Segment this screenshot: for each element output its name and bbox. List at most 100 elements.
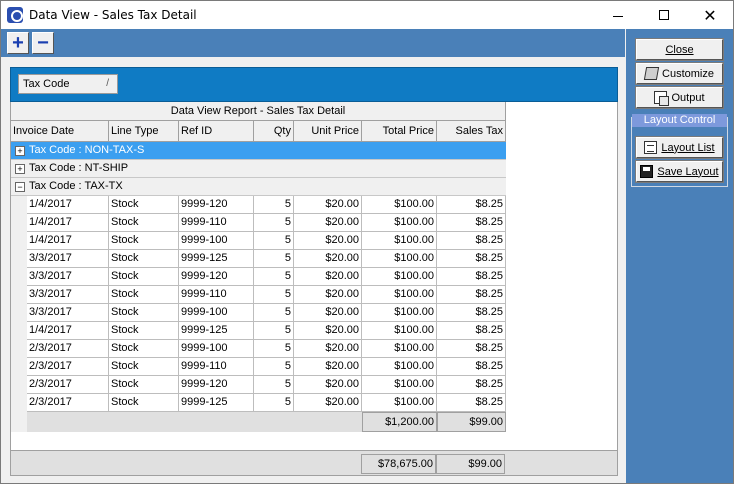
minimize-button[interactable] bbox=[595, 1, 641, 29]
cell-line-type: Stock bbox=[109, 394, 179, 412]
table-row[interactable]: 3/3/2017 Stock 9999-110 5 $20.00 $100.00 $8.25 bbox=[27, 286, 506, 304]
customize-button[interactable]: Customize bbox=[635, 62, 724, 85]
grid-toolbar: + − bbox=[1, 29, 625, 57]
cell-invoice-date: 2/3/2017 bbox=[27, 376, 109, 394]
cell-total-price: $100.00 bbox=[362, 286, 437, 304]
table-row[interactable]: 2/3/2017 Stock 9999-110 5 $20.00 $100.00 $8.25 bbox=[27, 358, 506, 376]
cell-total-price: $100.00 bbox=[362, 340, 437, 358]
table-row[interactable]: 3/3/2017 Stock 9999-120 5 $20.00 $100.00 $8.25 bbox=[27, 268, 506, 286]
table-row[interactable]: 1/4/2017 Stock 9999-110 5 $20.00 $100.00 $8.25 bbox=[27, 214, 506, 232]
table-row[interactable]: 2/3/2017 Stock 9999-100 5 $20.00 $100.00 $8.25 bbox=[27, 340, 506, 358]
group-row-tax-tx[interactable]: − Tax Code : TAX-TX bbox=[11, 178, 506, 196]
layout-list-icon bbox=[644, 141, 658, 154]
cell-unit-price: $20.00 bbox=[294, 340, 362, 358]
customize-icon bbox=[643, 67, 660, 80]
cell-line-type: Stock bbox=[109, 214, 179, 232]
group-row-nt-ship[interactable]: + Tax Code : NT-SHIP bbox=[11, 160, 506, 178]
cell-ref-id: 9999-120 bbox=[179, 376, 254, 394]
cell-line-type: Stock bbox=[109, 304, 179, 322]
cell-invoice-date: 3/3/2017 bbox=[27, 286, 109, 304]
layout-list-button[interactable]: Layout List bbox=[635, 136, 724, 159]
cell-sales-tax: $8.25 bbox=[437, 340, 506, 358]
close-button-label: Close bbox=[665, 43, 694, 56]
column-header-qty[interactable]: Qty bbox=[254, 121, 294, 141]
cell-qty: 5 bbox=[254, 232, 294, 250]
cell-invoice-date: 2/3/2017 bbox=[27, 394, 109, 412]
cell-qty: 5 bbox=[254, 268, 294, 286]
cell-line-type: Stock bbox=[109, 232, 179, 250]
table-row[interactable]: 2/3/2017 Stock 9999-125 5 $20.00 $100.00 $8.25 bbox=[27, 394, 506, 412]
cell-invoice-date: 2/3/2017 bbox=[27, 340, 109, 358]
cell-total-price: $100.00 bbox=[362, 376, 437, 394]
cell-sales-tax: $8.25 bbox=[437, 196, 506, 214]
save-layout-button[interactable]: Save Layout bbox=[635, 160, 724, 183]
column-header-sales-tax[interactable]: Sales Tax bbox=[437, 121, 506, 141]
cell-qty: 5 bbox=[254, 214, 294, 232]
cell-line-type: Stock bbox=[109, 376, 179, 394]
cell-unit-price: $20.00 bbox=[294, 268, 362, 286]
cell-total-price: $100.00 bbox=[362, 358, 437, 376]
layout-control-group: Layout Control Layout List Save Layout bbox=[631, 114, 728, 187]
column-header-total-price[interactable]: Total Price bbox=[362, 121, 437, 141]
expand-icon[interactable]: + bbox=[15, 164, 25, 174]
table-row[interactable]: 1/4/2017 Stock 9999-100 5 $20.00 $100.00 $8.25 bbox=[27, 232, 506, 250]
cell-qty: 5 bbox=[254, 376, 294, 394]
cell-total-price: $100.00 bbox=[362, 322, 437, 340]
cell-unit-price: $20.00 bbox=[294, 394, 362, 412]
grand-total-row: $78,675.00 $99.00 bbox=[10, 450, 618, 476]
column-header-unit-price[interactable]: Unit Price bbox=[294, 121, 362, 141]
table-row[interactable]: 3/3/2017 Stock 9999-100 5 $20.00 $100.00 $8.25 bbox=[27, 304, 506, 322]
close-icon: ✕ bbox=[703, 5, 717, 25]
close-window-button[interactable]: ✕ bbox=[687, 1, 733, 29]
cell-qty: 5 bbox=[254, 394, 294, 412]
cell-invoice-date: 1/4/2017 bbox=[27, 196, 109, 214]
expand-all-button[interactable]: + bbox=[7, 32, 29, 54]
cell-sales-tax: $8.25 bbox=[437, 268, 506, 286]
title-bar: Data View - Sales Tax Detail ✕ bbox=[1, 1, 733, 29]
cell-sales-tax: $8.25 bbox=[437, 214, 506, 232]
column-header-ref-id[interactable]: Ref ID bbox=[179, 121, 254, 141]
data-view-window: Data View - Sales Tax Detail ✕ + − Tax C… bbox=[0, 0, 734, 484]
grand-total-sales-tax: $99.00 bbox=[436, 454, 505, 474]
expand-icon[interactable]: + bbox=[15, 146, 25, 156]
cell-ref-id: 9999-110 bbox=[179, 358, 254, 376]
column-header-line-type[interactable]: Line Type bbox=[109, 121, 179, 141]
collapse-icon[interactable]: − bbox=[15, 182, 25, 192]
table-row[interactable]: 3/3/2017 Stock 9999-125 5 $20.00 $100.00 $8.25 bbox=[27, 250, 506, 268]
table-row[interactable]: 1/4/2017 Stock 9999-125 5 $20.00 $100.00 $8.25 bbox=[27, 322, 506, 340]
cell-qty: 5 bbox=[254, 250, 294, 268]
maximize-button[interactable] bbox=[641, 1, 687, 29]
close-button[interactable]: Close bbox=[635, 38, 724, 61]
collapse-all-button[interactable]: − bbox=[32, 32, 54, 54]
cell-sales-tax: $8.25 bbox=[437, 232, 506, 250]
output-button[interactable]: Output bbox=[635, 86, 724, 109]
side-panel: Close Customize Output Layout Control La… bbox=[626, 29, 733, 483]
cell-unit-price: $20.00 bbox=[294, 286, 362, 304]
cell-sales-tax: $8.25 bbox=[437, 376, 506, 394]
cell-line-type: Stock bbox=[109, 340, 179, 358]
group-indent bbox=[11, 196, 27, 432]
layout-list-button-label: Layout List bbox=[661, 141, 715, 154]
cell-unit-price: $20.00 bbox=[294, 196, 362, 214]
cell-qty: 5 bbox=[254, 286, 294, 304]
group-row-non-tax-s[interactable]: + Tax Code : NON-TAX-S bbox=[11, 142, 506, 160]
cell-sales-tax: $8.25 bbox=[437, 394, 506, 412]
table-row[interactable]: 1/4/2017 Stock 9999-120 5 $20.00 $100.00 $8.25 bbox=[27, 196, 506, 214]
cell-sales-tax: $8.25 bbox=[437, 304, 506, 322]
cell-ref-id: 9999-120 bbox=[179, 268, 254, 286]
column-header-invoice-date[interactable]: Invoice Date bbox=[11, 121, 109, 141]
cell-invoice-date: 1/4/2017 bbox=[27, 214, 109, 232]
app-icon bbox=[7, 7, 23, 23]
grand-total-price: $78,675.00 bbox=[361, 454, 436, 474]
subtotal-total-price: $1,200.00 bbox=[362, 412, 437, 432]
cell-ref-id: 9999-100 bbox=[179, 304, 254, 322]
cell-unit-price: $20.00 bbox=[294, 214, 362, 232]
customize-button-label: Customize bbox=[662, 67, 714, 80]
cell-unit-price: $20.00 bbox=[294, 376, 362, 394]
cell-qty: 5 bbox=[254, 196, 294, 214]
cell-ref-id: 9999-110 bbox=[179, 286, 254, 304]
table-row[interactable]: 2/3/2017 Stock 9999-120 5 $20.00 $100.00 $8.25 bbox=[27, 376, 506, 394]
cell-invoice-date: 1/4/2017 bbox=[27, 232, 109, 250]
group-by-chip-tax-code[interactable]: Tax Code / bbox=[18, 74, 118, 94]
cell-sales-tax: $8.25 bbox=[437, 322, 506, 340]
